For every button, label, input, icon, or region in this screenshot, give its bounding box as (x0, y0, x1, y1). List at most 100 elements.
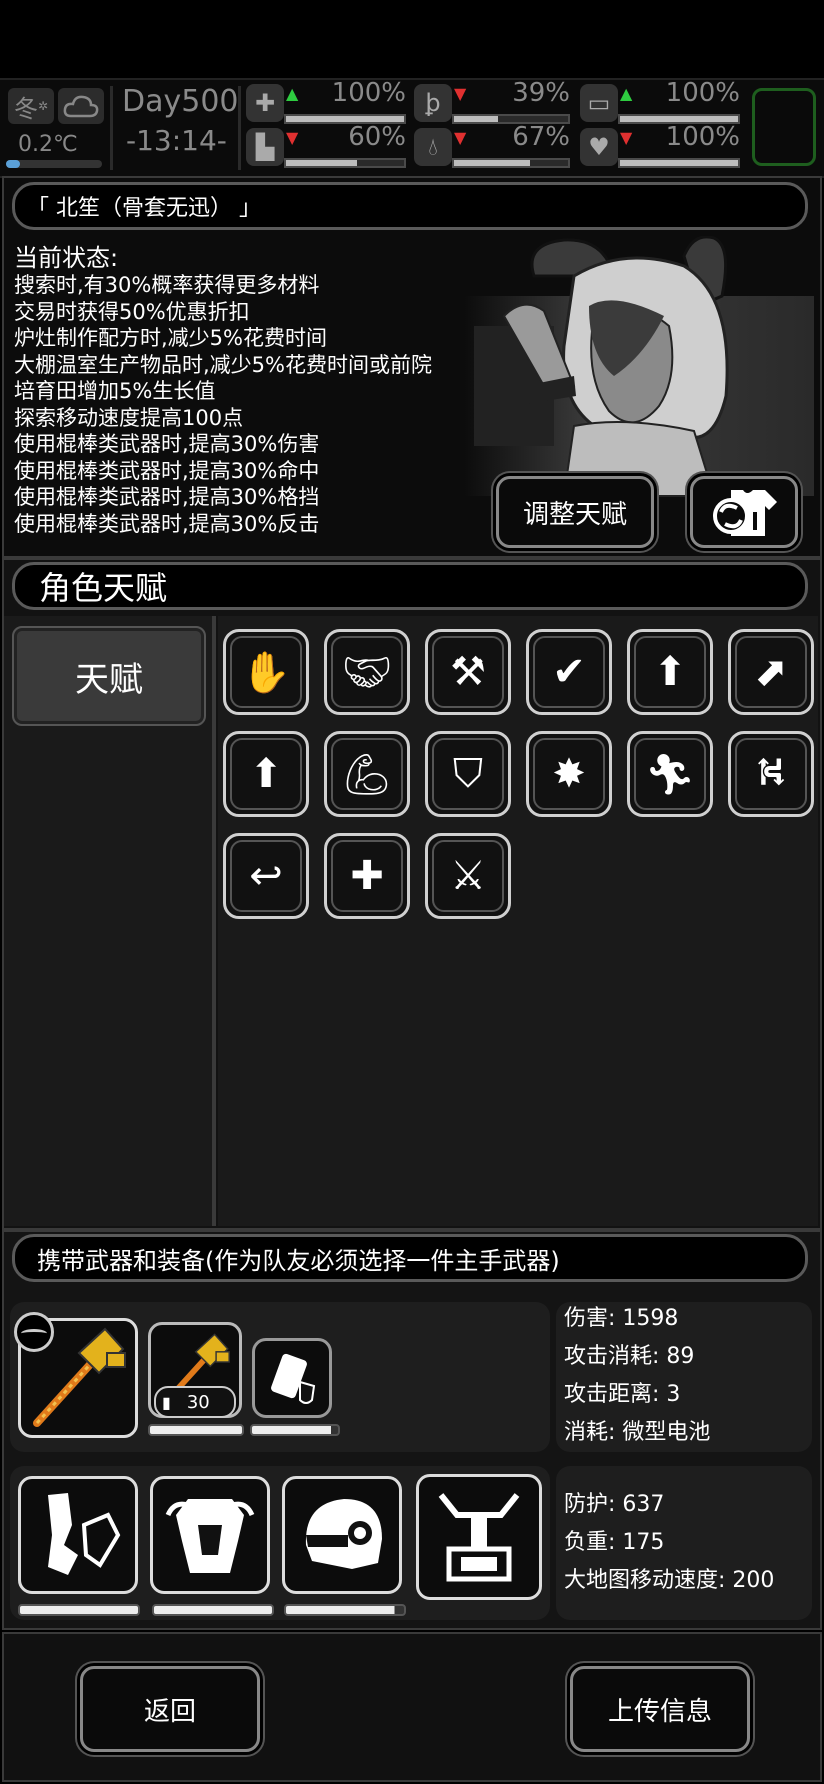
body-armor-icon (165, 1499, 255, 1573)
durability-bar (148, 1424, 244, 1436)
heart-icon: ♥ (580, 128, 618, 166)
gloves-slot[interactable] (18, 1476, 138, 1594)
mood-stat: ♥ ▼ 100% (580, 122, 740, 168)
adjust-talent-button[interactable]: 调整天赋 (496, 476, 654, 548)
divider (110, 86, 113, 170)
effect-line: 炉灶制作配方时,减少5%花费时间 (14, 326, 327, 350)
status-bar: 冬 ✲ 0.2℃ Day500 -13:14- ✚ ▲ 100% ꝧ ▼ 39% … (0, 78, 824, 178)
talent-muscle-arm-icon[interactable]: 💪︎ (324, 731, 410, 817)
weather-cloud-icon (58, 88, 104, 124)
talent-bat-up-icon[interactable]: ⬆ (627, 629, 713, 715)
battery-icon: ▮ (162, 1392, 171, 1412)
helmet-slot[interactable] (282, 1476, 402, 1594)
attack-cost-stat: 攻击消耗: 89 (564, 1344, 695, 1369)
back-label: 返回 (143, 1696, 196, 1727)
effects-list: 搜索时,有30%概率获得更多材料 交易时获得50%优惠折扣 炉灶制作配方时,减少… (14, 272, 432, 537)
health-value: 100% (331, 78, 406, 108)
clock-time: -13:14- (126, 124, 227, 157)
talent-tab[interactable]: 天赋 (12, 626, 206, 726)
water-drop-icon: 💧︎ (414, 128, 452, 166)
defense-stat: 防护: 637 (564, 1492, 665, 1517)
talent-fast-boot-icon[interactable]: ✔ (526, 629, 612, 715)
upload-label: 上传信息 (607, 1696, 712, 1727)
durability-bar (250, 1424, 340, 1436)
back-button[interactable]: 返回 (80, 1666, 260, 1752)
talent-weapon-burst-icon[interactable]: ✸ (526, 731, 612, 817)
season-label: 冬 (13, 94, 38, 123)
weapon-stats: 伤害: 1598 攻击消耗: 89 攻击距离: 3 消耗: 微型电池 (564, 1300, 710, 1452)
effect-line: 培育田增加5%生长值 (14, 379, 216, 403)
ammo-count: 30 (186, 1391, 210, 1413)
talent-shield-up-icon[interactable]: ⛉ (425, 731, 511, 817)
energy-value: 100% (665, 78, 740, 108)
effect-line: 搜索时,有30%概率获得更多材料 (14, 273, 320, 297)
talent-dodge-arm-icon[interactable]: ↩ (223, 833, 309, 919)
effect-line: 交易时获得50%优惠折扣 (14, 299, 250, 324)
battery-shield-icon (271, 1353, 316, 1404)
effect-line: 大棚温室生产物品时,减少5%花费时间或前院 (14, 352, 432, 377)
day-counter: Day500 (122, 84, 239, 119)
upload-info-button[interactable]: 上传信息 (570, 1666, 750, 1752)
body-armor-slot[interactable] (150, 1476, 270, 1594)
divider (238, 86, 241, 170)
hunger-value: 39% (512, 78, 570, 108)
talent-gun-up-icon[interactable]: ⬈ (728, 629, 814, 715)
talent-crossed-axes-icon[interactable]: ⚔ (425, 833, 511, 919)
trend-down-icon: ▼ (286, 128, 299, 147)
map-speed-stat: 大地图移动速度: 200 (564, 1568, 775, 1593)
talent-sack-hand-icon[interactable]: ✋ (223, 629, 309, 715)
stamina-stat: ▙ ▼ 60% (246, 122, 406, 168)
gloves-icon (48, 1493, 121, 1575)
armor-stats: 防护: 637 负重: 175 大地图移动速度: 200 (564, 1486, 774, 1600)
thirst-bar (452, 158, 570, 168)
equipment-header: 携带武器和装备(作为队友必须选择一件主手武器) (12, 1234, 808, 1282)
battery-icon: ▭ (580, 84, 618, 122)
talent-grid-area (218, 616, 818, 1226)
talents-title: 角色天赋 (39, 569, 168, 607)
durability-bar (284, 1604, 406, 1616)
character-name-header: 「 北笙（骨套无迅） 」 (12, 182, 808, 230)
mood-bar (618, 158, 740, 168)
temperature-value: 0.2℃ (18, 132, 78, 157)
damage-stat: 伤害: 1598 (564, 1306, 679, 1331)
stamina-bar (284, 158, 406, 168)
talent-hammer-plant-icon[interactable]: ⚒ (425, 629, 511, 715)
attack-range-stat: 攻击距离: 3 (564, 1382, 681, 1407)
effect-line: 使用棍棒类武器时,提高30%伤害 (14, 432, 320, 456)
trend-down-icon: ▼ (454, 128, 467, 147)
talent-armor-up-icon[interactable]: ⬆ (223, 731, 309, 817)
health-stat: ✚ ▲ 100% (246, 78, 406, 124)
durability-bar (152, 1604, 274, 1616)
energy-stat: ▭ ▲ 100% (580, 78, 740, 124)
trend-up-icon: ▲ (286, 84, 299, 103)
season-badge: 冬 ✲ (8, 88, 54, 124)
thirst-value: 67% (512, 122, 570, 152)
stamina-value: 60% (348, 122, 406, 152)
talent-road-icon[interactable]: ⛕ (728, 731, 814, 817)
talent-tab-label: 天赋 (75, 659, 143, 700)
consumption-stat: 消耗: 微型电池 (564, 1420, 711, 1445)
trend-down-icon: ▼ (620, 128, 633, 147)
hunger-stat: ꝧ ▼ 39% (414, 78, 570, 124)
mood-value: 100% (665, 122, 740, 152)
accessory-slot[interactable] (252, 1338, 332, 1418)
ammo-badge: ▮ 30 (154, 1386, 236, 1418)
shirt-swap-icon (713, 490, 777, 536)
carry-weight-stat: 负重: 175 (564, 1530, 665, 1555)
temperature-bar (6, 160, 102, 168)
change-outfit-button[interactable] (690, 476, 798, 548)
character-name: 「 北笙（骨套无迅） 」 (27, 196, 261, 221)
equipped-indicator (14, 1312, 54, 1352)
durability-bar (18, 1604, 140, 1616)
backpack-slot[interactable] (416, 1474, 542, 1600)
thirst-stat: 💧︎ ▼ 67% (414, 122, 570, 168)
effect-line: 使用棍棒类武器时,提高30%命中 (14, 458, 320, 483)
trend-down-icon: ▼ (454, 84, 467, 103)
adjust-talent-label: 调整天赋 (522, 499, 627, 530)
quick-slot-button[interactable] (752, 88, 816, 166)
talent-medkit-up-icon[interactable]: ✚ (324, 833, 410, 919)
talent-handshake-icon[interactable]: 🤝︎ (324, 629, 410, 715)
equipment-title: 携带武器和装备(作为队友必须选择一件主手武器) (37, 1246, 560, 1275)
talent-running-man-icon[interactable]: 🏃︎ (627, 731, 713, 817)
medkit-icon: ✚ (246, 84, 284, 122)
